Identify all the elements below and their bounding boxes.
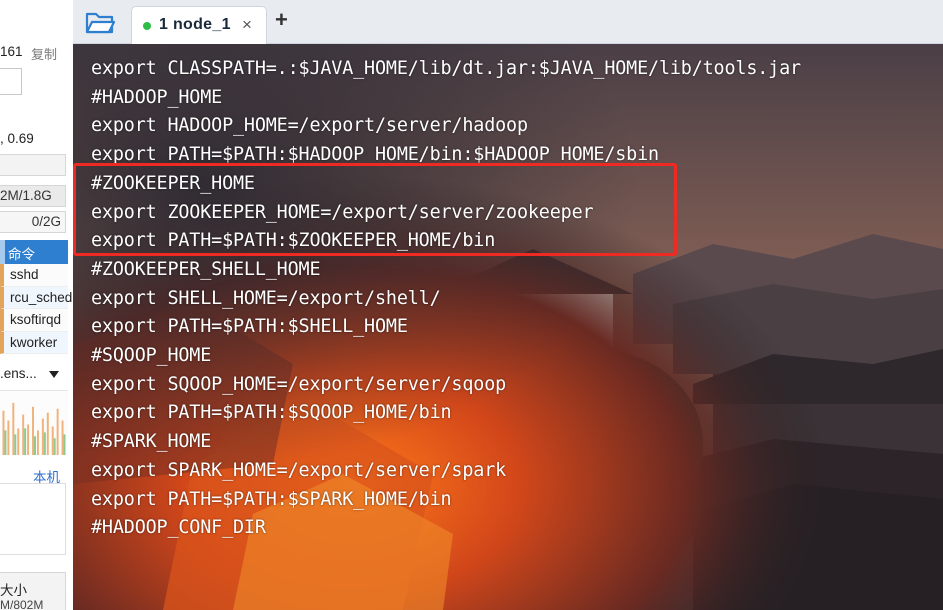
tab-label: 1 node_1 xyxy=(159,16,231,33)
tab-node-1[interactable]: 1 node_1 × xyxy=(131,6,267,44)
host-ip-fragment: 161 xyxy=(0,44,23,59)
terminal-line: #ZOOKEEPER_SHELL_HOME xyxy=(91,258,321,280)
memory-usage-bar: 2M/1.8G xyxy=(0,185,66,207)
disk-panel xyxy=(0,483,66,555)
process-row[interactable]: rcu_sched xyxy=(0,286,72,309)
process-row[interactable]: sshd xyxy=(0,264,68,287)
chevron-down-icon[interactable] xyxy=(49,371,59,378)
terminal-output: export CLASSPATH=.:$JAVA_HOME/lib/dt.jar… xyxy=(91,55,801,543)
disk-size-label: 大小 xyxy=(0,583,27,598)
close-icon[interactable]: × xyxy=(242,15,252,35)
process-row[interactable]: kworker xyxy=(0,331,68,354)
terminal-line: export SPARK_HOME=/export/server/spark xyxy=(91,459,507,481)
tab-bar: 1 node_1 × + xyxy=(73,0,943,44)
terminal-line: export PATH=$PATH:$HADOOP_HOME/bin:$HADO… xyxy=(91,144,659,166)
plus-icon[interactable]: + xyxy=(275,7,288,33)
network-traffic-graph xyxy=(0,390,68,455)
copy-ip-button[interactable]: 复制 xyxy=(31,44,57,63)
terminal-line: export SHELL_HOME=/export/shell/ xyxy=(91,287,441,309)
server-info-sidebar: 161 复制 , 0.69 2M/1.8G 0/2G 命令 sshd rcu_s… xyxy=(0,0,73,610)
terminal-line: #HADOOP_HOME xyxy=(91,86,223,108)
disk-size-value: M/802M xyxy=(0,598,44,610)
cpu-usage-bar xyxy=(0,154,66,176)
terminal-line: export PATH=$PATH:$SQOOP_HOME/bin xyxy=(91,402,452,424)
process-row[interactable]: ksoftirqd xyxy=(0,309,68,332)
connection-status-dot xyxy=(143,22,151,30)
process-column-header[interactable]: 命令 xyxy=(0,240,68,264)
terminal-line: #SQOOP_HOME xyxy=(91,345,212,367)
network-interface-select[interactable]: .ens... xyxy=(0,366,37,381)
terminal-line: export ZOOKEEPER_HOME=/export/server/zoo… xyxy=(91,201,594,223)
terminal-line: export SQOOP_HOME=/export/server/sqoop xyxy=(91,373,507,395)
swap-usage-bar: 0/2G xyxy=(0,211,66,233)
terminal-line: export HADOOP_HOME=/export/server/hadoop xyxy=(91,115,528,137)
terminal-view[interactable]: export CLASSPATH=.:$JAVA_HOME/lib/dt.jar… xyxy=(73,44,943,610)
load-average-fragment: , 0.69 xyxy=(0,131,34,146)
terminal-line: export PATH=$PATH:$ZOOKEEPER_HOME/bin xyxy=(91,230,496,252)
terminal-line: export PATH=$PATH:$SPARK_HOME/bin xyxy=(91,488,452,510)
terminal-line: export PATH=$PATH:$SHELL_HOME xyxy=(91,316,408,338)
swap-usage-text: 0/2G xyxy=(31,214,61,229)
terminal-line: export CLASSPATH=.:$JAVA_HOME/lib/dt.jar… xyxy=(91,58,801,79)
process-table: 命令 sshd rcu_sched ksoftirqd kworker xyxy=(0,240,72,354)
terminal-line: #ZOOKEEPER_HOME xyxy=(91,172,255,194)
sidebar-input[interactable] xyxy=(0,68,22,95)
terminal-line: #HADOOP_CONF_DIR xyxy=(91,517,266,539)
terminal-line: #SPARK_HOME xyxy=(91,431,212,453)
memory-usage-text: 2M/1.8G xyxy=(0,188,52,203)
folder-icon[interactable] xyxy=(85,9,115,35)
